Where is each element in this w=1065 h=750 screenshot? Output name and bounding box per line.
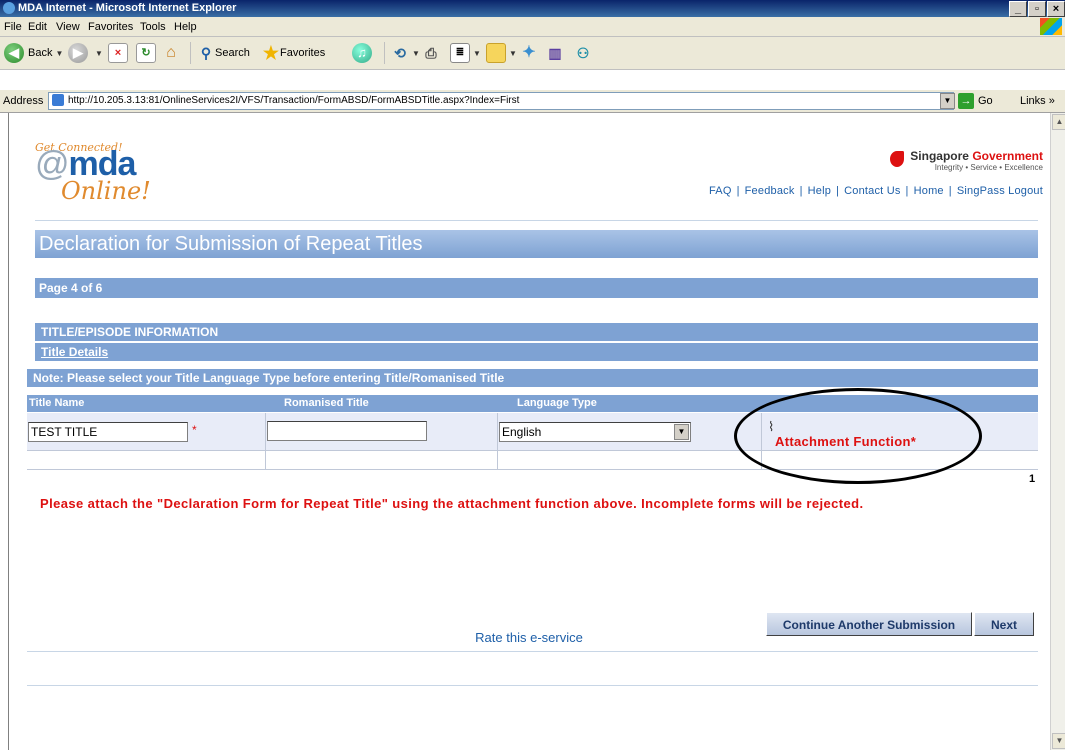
- address-dropdown-icon[interactable]: ▼: [940, 93, 955, 109]
- vertical-scrollbar[interactable]: ▲ ▼: [1050, 113, 1065, 750]
- refresh-button[interactable]: ↻: [136, 42, 156, 64]
- go-button[interactable]: → Go: [958, 93, 993, 109]
- footer-divider: [27, 651, 1038, 652]
- menu-edit[interactable]: Edit: [28, 21, 47, 33]
- page-indicator: Page 4 of 6: [35, 278, 1038, 298]
- home-icon: ⌂: [166, 44, 176, 61]
- go-arrow-icon: →: [958, 93, 974, 109]
- minimize-button[interactable]: _: [1009, 1, 1027, 17]
- windows-logo-icon: [1040, 18, 1062, 35]
- messenger-button[interactable]: ✦: [520, 42, 538, 64]
- chevron-down-icon: ▼: [674, 424, 689, 440]
- rate-service-link[interactable]: Rate this e-service: [9, 630, 1049, 645]
- back-arrow-icon: ◀: [4, 43, 24, 63]
- highlight-circle: [734, 388, 982, 484]
- browser-toolbar: ◀ Back ▼ ▶ ▼ × ↻ ⌂ ⚲ Search ★ Favorites ♫ …: [0, 37, 1065, 70]
- feedback-link[interactable]: Feedback: [745, 185, 795, 197]
- stop-icon: ×: [108, 43, 128, 63]
- print-icon: ⎙: [425, 45, 437, 61]
- research-icon: ▥: [548, 45, 562, 61]
- home-link[interactable]: Home: [914, 185, 944, 197]
- menu-tools[interactable]: Tools: [140, 21, 166, 33]
- home-button[interactable]: ⌂: [162, 42, 180, 64]
- scroll-up-icon[interactable]: ▲: [1052, 114, 1065, 130]
- search-button[interactable]: ⚲ Search: [190, 42, 250, 64]
- top-links: FAQ | Feedback | Help | Contact Us | Home | SingPa…: [708, 185, 1043, 197]
- window-title: MDA Internet - Microsoft Internet Explor…: [18, 2, 237, 14]
- discuss-button[interactable]: ▼: [486, 42, 517, 64]
- media-button[interactable]: ♫: [352, 42, 376, 64]
- back-button[interactable]: ◀ Back ▼: [4, 42, 63, 64]
- page-viewport: Get Connected! @mda Online! Singapore Go…: [8, 113, 1049, 750]
- edit-icon: ≣: [450, 43, 470, 63]
- romanised-title-input[interactable]: [267, 421, 427, 441]
- close-button[interactable]: ×: [1047, 1, 1065, 17]
- col-romanised-title: Romanised Title: [284, 397, 369, 409]
- maximize-button[interactable]: ▫: [1028, 1, 1046, 17]
- language-type-select[interactable]: English ▼: [499, 422, 691, 442]
- title-details-link[interactable]: Title Details: [35, 343, 1038, 361]
- address-input[interactable]: http://10.205.3.13:81/OnlineServices2I/V…: [48, 92, 954, 110]
- media-icon: ♫: [352, 43, 372, 63]
- menu-favorites[interactable]: Favorites: [88, 21, 133, 33]
- menu-bar: File Edit View Favorites Tools Help: [0, 17, 1065, 37]
- edit-button[interactable]: ≣ ▼: [450, 42, 481, 64]
- col-title-name: Title Name: [29, 397, 85, 409]
- help-link[interactable]: Help: [808, 185, 831, 197]
- lion-head-icon: [890, 151, 905, 167]
- menu-help[interactable]: Help: [174, 21, 197, 33]
- language-note: Note: Please select your Title Language …: [27, 369, 1038, 387]
- history-button[interactable]: ⟲ ▼: [384, 42, 420, 64]
- scroll-down-icon[interactable]: ▼: [1052, 733, 1065, 749]
- research-button[interactable]: ▥: [546, 42, 564, 64]
- header-divider: [35, 220, 1038, 221]
- section-header: TITLE/EPISODE INFORMATION: [35, 323, 1038, 341]
- history-icon: ⟲: [394, 45, 406, 61]
- faq-link[interactable]: FAQ: [709, 185, 732, 197]
- links-button[interactable]: Links »: [1020, 95, 1055, 107]
- page-title: Declaration for Submission of Repeat Tit…: [35, 230, 1038, 258]
- folder-icon: [486, 43, 506, 63]
- contact-us-link[interactable]: Contact Us: [844, 185, 900, 197]
- col-language-type: Language Type: [517, 397, 597, 409]
- window-titlebar: MDA Internet - Microsoft Internet Explor…: [0, 0, 1065, 17]
- mda-online-logo: Get Connected! @mda Online!: [35, 141, 151, 205]
- address-label: Address: [3, 95, 44, 107]
- title-name-input[interactable]: TEST TITLE: [28, 422, 188, 442]
- messenger-icon: ✦: [522, 44, 536, 61]
- singapore-government-logo: Singapore Government Integrity • Service…: [890, 149, 1043, 172]
- stop-button[interactable]: ×: [108, 42, 128, 64]
- people-icon: ⚇: [576, 45, 590, 61]
- menu-file[interactable]: File: [4, 21, 22, 33]
- singpass-logout-link[interactable]: SingPass Logout: [957, 185, 1043, 197]
- page-icon: [52, 94, 64, 107]
- star-icon: ★: [262, 43, 280, 63]
- favorites-button[interactable]: ★ Favorites: [262, 42, 325, 64]
- refresh-icon: ↻: [136, 43, 156, 63]
- search-icon: ⚲: [200, 45, 212, 61]
- people-button[interactable]: ⚇: [574, 42, 592, 64]
- menu-view[interactable]: View: [56, 21, 80, 33]
- ie-icon: [3, 2, 15, 14]
- print-button[interactable]: ⎙: [422, 42, 440, 64]
- forward-button[interactable]: ▶ ▼: [68, 42, 103, 64]
- pager-number[interactable]: 1: [1029, 473, 1035, 485]
- address-bar: Address http://10.205.3.13:81/OnlineServ…: [0, 90, 1065, 113]
- window-controls: _ ▫ ×: [1008, 1, 1065, 17]
- forward-arrow-icon: ▶: [68, 43, 88, 63]
- attachment-warning: Please attach the "Declaration Form for …: [40, 496, 864, 511]
- required-marker: *: [192, 423, 197, 437]
- footer-divider: [27, 685, 1038, 686]
